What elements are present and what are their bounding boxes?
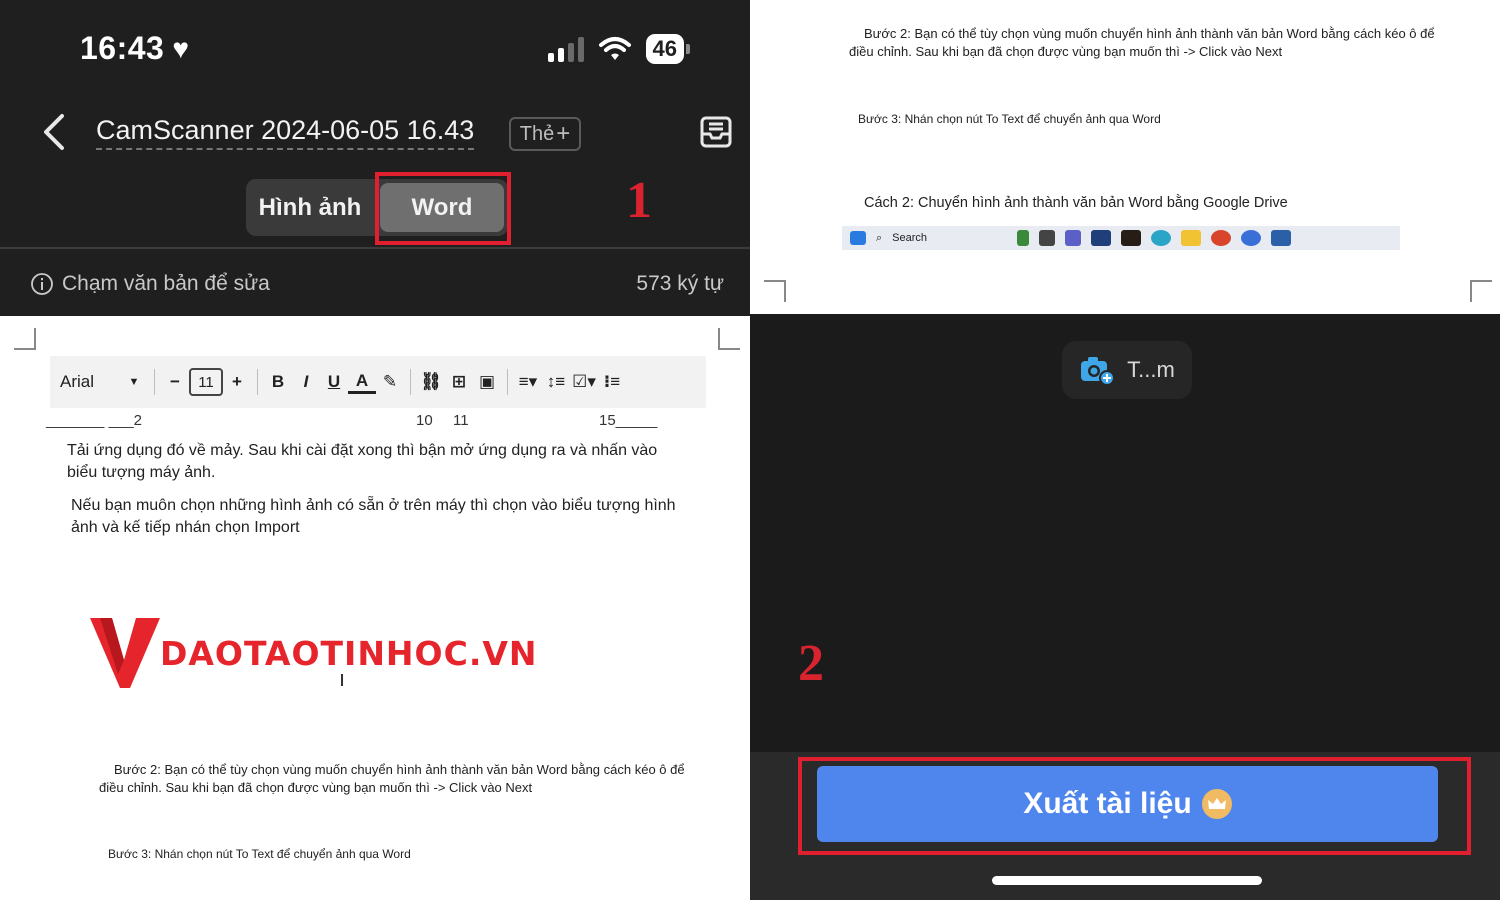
scanned-editor-toolbar: Arial ▼ − 11 + B I U A ✎ ⛓ ⊞ ▣ ≡▾ ↕≡ ☑▾ … (50, 356, 706, 408)
store-icon (1091, 230, 1112, 246)
logo-v-mark (90, 618, 160, 688)
minus-icon: − (170, 372, 180, 391)
teams-icon (1065, 230, 1082, 246)
app-header-panel: 16:43 ♥ 46 CamScanner 2024-06-05 16.43 T… (0, 0, 750, 316)
logo-text: DAOTAOTINHOC.VN (160, 633, 538, 673)
edit-hint: Chạm văn bản để sửa (30, 272, 270, 296)
ruler-mark: 11 (453, 412, 469, 429)
document-paragraph[interactable]: Bước 2: Bạn có thể tùy chọn vùng muốn ch… (849, 25, 1454, 61)
inbox-tray-icon[interactable] (698, 114, 734, 150)
comment-icon: ⊞ (451, 372, 467, 391)
cellular-signal-icon (547, 36, 584, 62)
line-spacing-icon: ↕≡ (546, 372, 566, 391)
camera-add-icon (1081, 357, 1116, 385)
battery-icon: 46 (645, 34, 690, 64)
highlight-box-export-button (798, 757, 1471, 855)
image-icon: ▣ (478, 372, 496, 391)
text-color-icon: A (348, 370, 376, 394)
crop-corner-marker (718, 328, 740, 350)
heart-icon: ♥ (172, 32, 190, 64)
align-icon: ≡▾ (518, 372, 538, 391)
underline-icon: U (327, 372, 341, 391)
crop-corner-marker (14, 328, 36, 350)
taskbar-search-label: Search (892, 232, 928, 244)
logo: DAOTAOTINHOC.VN (90, 616, 538, 690)
ruler-mark: 10 (416, 412, 433, 429)
document-heading[interactable]: Cách 2: Chuyển hình ảnh thành văn bản Wo… (864, 194, 1484, 214)
highlighter-icon: ✎ (382, 372, 398, 391)
document-page-right[interactable]: Bước 2: Bạn có thể tùy chọn vùng muốn ch… (750, 0, 1500, 314)
annotation-step-1: 1 (626, 172, 652, 229)
text-cursor (341, 674, 343, 686)
chevron-down-icon: ▼ (128, 376, 140, 388)
crop-corner-marker (1470, 280, 1492, 302)
document-paragraph[interactable]: Bước 3: Nhán chọn nút To Text để chuyển … (858, 111, 1458, 128)
export-panel-area: T...m 2 Xuất tài liệu (750, 314, 1500, 900)
link-icon: ⛓ (420, 372, 442, 391)
windows-start-icon (850, 231, 866, 245)
battery-level: 46 (645, 34, 684, 64)
plus-icon: + (556, 120, 571, 147)
status-time-text: 16:43 (80, 30, 165, 66)
home-indicator (992, 876, 1262, 885)
wifi-icon (598, 37, 631, 60)
header-divider (0, 247, 750, 249)
folder-icon (1181, 230, 1202, 246)
illustrator-icon (1121, 230, 1142, 246)
search-icon: ⌕ (876, 231, 883, 244)
camera-pill-label: T...m (1127, 357, 1175, 382)
back-chevron-icon[interactable] (38, 112, 72, 152)
status-indicators: 46 (547, 34, 690, 64)
checklist-icon: ☑▾ (572, 372, 596, 391)
status-time: 16:43 ♥ (80, 30, 189, 67)
document-title[interactable]: CamScanner 2024-06-05 16.43 (96, 115, 475, 150)
bold-icon: B (271, 372, 285, 391)
mail-icon (1271, 230, 1292, 246)
document-paragraph[interactable]: Tải ứng dụng đó về mảy. Sau khi cài đặt … (67, 440, 687, 483)
highlight-box-word-tab (375, 172, 511, 245)
info-icon (31, 273, 53, 295)
document-paragraph[interactable]: Nếu bạn muôn chọn những hình ảnh có sẵn … (71, 495, 701, 538)
edit-hint-text: Chạm văn bản để sửa (62, 272, 270, 295)
tag-label: Thẻ (519, 122, 555, 145)
toolbar-font-name: Arial (60, 372, 95, 391)
camera-pill-button[interactable]: T...m (1062, 341, 1192, 399)
document-page-left[interactable]: Arial ▼ − 11 + B I U A ✎ ⛓ ⊞ ▣ ≡▾ ↕≡ ☑▾ … (0, 316, 750, 900)
document-paragraph[interactable]: Bước 2: Bạn có thể tùy chọn vùng muốn ch… (99, 761, 704, 797)
chrome-icon (1211, 230, 1232, 246)
scanned-taskbar-image: ⌕ Search (842, 226, 1400, 250)
crop-corner-marker (764, 280, 786, 302)
italic-icon: I (303, 372, 309, 391)
document-paragraph[interactable]: Bước 3: Nhán chọn nút To Text để chuyển … (108, 846, 708, 863)
annotation-step-2: 2 (798, 635, 824, 692)
app-icon (1039, 230, 1056, 246)
toolbar-font-size: 11 (189, 368, 223, 396)
add-tag-button[interactable]: Thẻ + (509, 117, 581, 151)
ruler-left: _______ ___2 (46, 412, 142, 429)
chrome-icon (1241, 230, 1262, 246)
ruler-mark: 15_____ (599, 412, 658, 429)
plant-icon (1017, 230, 1030, 246)
character-count: 573 ký tự (636, 272, 724, 295)
edge-icon (1151, 230, 1172, 246)
list-icon: ⁝≡ (603, 372, 621, 391)
tab-image[interactable]: Hình ảnh (248, 183, 372, 232)
plus-icon: + (232, 372, 242, 391)
